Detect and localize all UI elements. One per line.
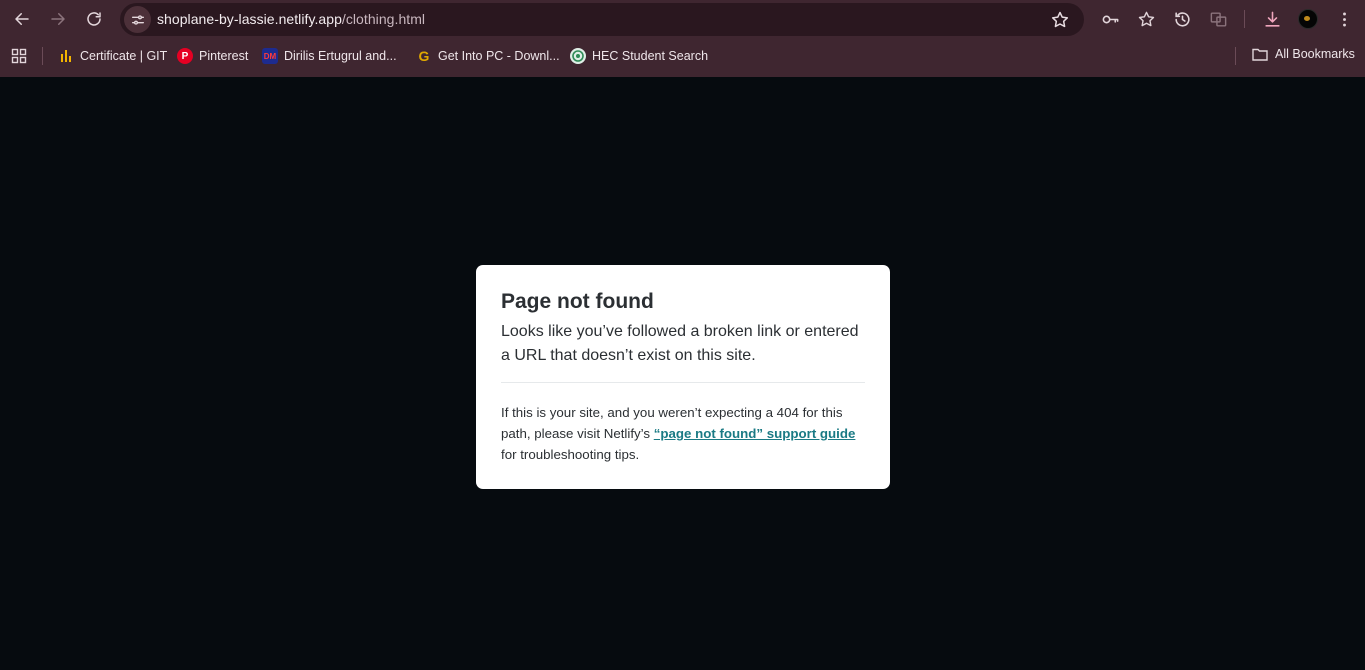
- site-info-button[interactable]: [124, 6, 151, 33]
- key-icon: [1102, 15, 1118, 23]
- support-guide-link[interactable]: “page not found” support guide: [654, 426, 856, 441]
- browser-chrome: shoplane-by-lassie.netlify.app/clothing.…: [0, 0, 1365, 77]
- pinterest-favicon-icon: P: [177, 48, 193, 64]
- more-vertical-icon: [1342, 12, 1346, 26]
- bookmark-dirilis-ertugrul[interactable]: DM Dirilis Ertugrul and...: [262, 47, 397, 65]
- divider: [501, 382, 865, 383]
- bookmark-label: Certificate | GIT: [80, 49, 168, 63]
- bookmarks-button[interactable]: [1135, 8, 1157, 30]
- arrow-right-icon: [51, 13, 65, 25]
- history-icon: [1174, 11, 1190, 27]
- translate-icon: [1210, 11, 1226, 27]
- bookmarks-divider: [1235, 47, 1236, 65]
- tune-icon: [131, 14, 144, 25]
- bookmarks-divider: [42, 47, 43, 65]
- all-bookmarks-label: All Bookmarks: [1275, 47, 1355, 61]
- downloads-button[interactable]: [1261, 8, 1283, 30]
- toolbar-divider: [1244, 10, 1245, 28]
- bookmark-label: Dirilis Ertugrul and...: [284, 49, 397, 63]
- page-title: Page not found: [501, 290, 654, 313]
- browser-menu-button[interactable]: [1333, 8, 1355, 30]
- bookmarks-bar: Certificate | GIT P Pinterest DM Dirilis…: [0, 38, 1365, 74]
- bookmark-label: HEC Student Search: [592, 49, 709, 63]
- address-bar[interactable]: shoplane-by-lassie.netlify.app/clothing.…: [120, 3, 1084, 36]
- history-button[interactable]: [1171, 8, 1193, 30]
- forward-button[interactable]: [44, 5, 72, 33]
- not-found-message: Looks like you’ve followed a broken link…: [501, 323, 859, 364]
- browser-toolbar: shoplane-by-lassie.netlify.app/clothing.…: [0, 0, 1365, 38]
- arrow-left-icon: [15, 13, 29, 25]
- bookmark-label: Get Into PC - Downl...: [438, 49, 560, 63]
- bookmark-label: Pinterest: [199, 49, 249, 63]
- not-found-card: Page not found Looks like you’ve followe…: [476, 265, 890, 489]
- help-note: If this is your site, and you weren’t ex…: [501, 402, 865, 465]
- help-note-suffix: for troubleshooting tips.: [501, 447, 640, 462]
- star-outline-icon: [1051, 11, 1069, 28]
- git-chart-favicon-icon: [58, 48, 74, 64]
- apps-grid-icon[interactable]: [11, 48, 27, 64]
- url-path: /clothing.html: [341, 11, 426, 27]
- reload-icon: [87, 12, 101, 26]
- download-icon: [1264, 11, 1280, 27]
- g-favicon-icon: G: [418, 48, 430, 64]
- star-list-icon: [1138, 11, 1154, 26]
- all-bookmarks-button[interactable]: All Bookmarks: [1252, 47, 1355, 61]
- bookmark-get-into-pc[interactable]: G Get Into PC - Downl...: [416, 47, 560, 65]
- back-button[interactable]: [8, 5, 36, 33]
- url-text[interactable]: shoplane-by-lassie.netlify.app/clothing.…: [157, 11, 425, 27]
- bookmark-star-button[interactable]: [1050, 10, 1070, 30]
- url-host: shoplane-by-lassie.netlify.app: [157, 11, 342, 27]
- reload-button[interactable]: [80, 5, 108, 33]
- bookmark-pinterest[interactable]: P Pinterest: [177, 47, 248, 65]
- folder-icon: [1252, 48, 1268, 61]
- hec-favicon-icon: [570, 48, 586, 64]
- bookmark-certificate-git[interactable]: Certificate | GIT: [58, 47, 167, 65]
- bookmark-hec-student-search[interactable]: HEC Student Search: [570, 47, 708, 65]
- dm-favicon-icon: DM: [262, 48, 278, 64]
- password-manager-button[interactable]: [1099, 8, 1121, 30]
- translate-button[interactable]: [1207, 8, 1229, 30]
- profile-avatar[interactable]: [1298, 9, 1318, 29]
